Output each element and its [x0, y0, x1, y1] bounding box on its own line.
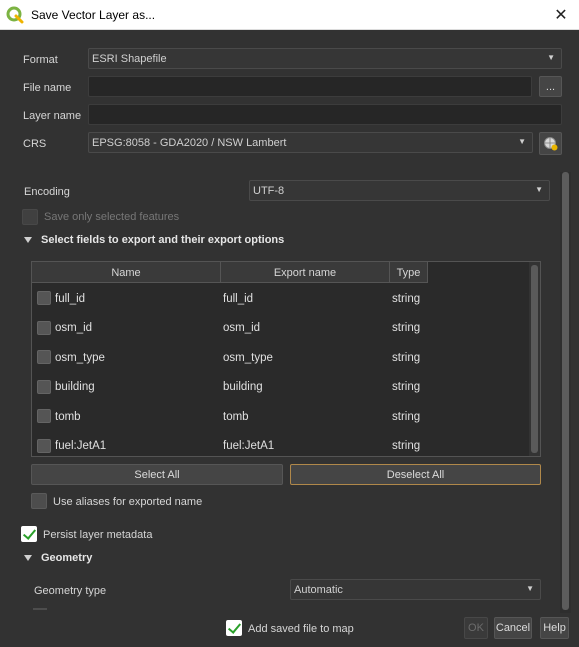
window-title: Save Vector Layer as... — [31, 8, 156, 22]
table-row[interactable]: osm_id osm_id string — [32, 314, 428, 344]
save-selected-label: Save only selected features — [44, 211, 180, 223]
ok-label: OK — [468, 622, 484, 634]
table-header: Name Export name Type — [32, 262, 428, 283]
persist-metadata-label: Persist layer metadata — [43, 529, 153, 541]
field-type: string — [392, 440, 421, 452]
row-checkbox[interactable] — [37, 320, 51, 335]
row-checkbox[interactable] — [37, 409, 51, 423]
geometry-type-label: Geometry type — [34, 585, 107, 597]
row-checkbox[interactable] — [37, 291, 51, 305]
select-all-label: Select All — [134, 468, 180, 481]
fields-table: Name Export name Type full_id full_id st… — [31, 261, 541, 457]
partial-checkbox-edge — [33, 608, 47, 610]
browse-label: ... — [545, 80, 556, 93]
crs-value: EPSG:8058 - GDA2020 / NSW Lambert — [92, 136, 287, 149]
field-type: string — [392, 322, 421, 334]
row-checkbox[interactable] — [37, 438, 51, 453]
field-type: string — [392, 292, 421, 305]
encoding-select[interactable]: UTF-8 ▼ — [249, 180, 550, 201]
save-selected-checkbox[interactable] — [22, 209, 38, 225]
layername-input[interactable] — [88, 104, 562, 125]
chevron-down-icon: ▼ — [535, 185, 543, 194]
table-scrollbar[interactable] — [529, 262, 540, 456]
chevron-down-icon: ▼ — [547, 53, 555, 62]
field-export-name[interactable]: fuel:JetA1 — [223, 432, 274, 461]
add-saved-label: Add saved file to map — [248, 623, 354, 635]
format-value: ESRI Shapefile — [92, 52, 167, 65]
field-name: osm_id — [55, 322, 93, 334]
crs-label: CRS — [23, 138, 47, 150]
col-header-type[interactable]: Type — [390, 262, 428, 283]
collapse-triangle-icon[interactable] — [24, 555, 32, 561]
field-type: string — [392, 410, 421, 423]
field-export-name[interactable]: tomb — [223, 402, 249, 431]
row-checkbox[interactable] — [37, 350, 51, 364]
field-name: fuel:JetA1 — [55, 440, 107, 452]
qgis-logo-icon — [6, 6, 24, 24]
cancel-button[interactable]: Cancel — [494, 617, 532, 639]
field-type: string — [392, 351, 421, 364]
col-header-name[interactable]: Name — [32, 262, 221, 283]
globe-gear-icon — [543, 136, 557, 150]
select-crs-button[interactable] — [539, 132, 562, 155]
field-export-name[interactable]: osm_type — [223, 343, 273, 372]
encoding-value: UTF-8 — [253, 184, 285, 197]
dialog-scrollbar[interactable] — [560, 172, 571, 613]
format-select[interactable]: ESRI Shapefile ▼ — [88, 48, 562, 69]
close-icon: ✕ — [554, 7, 568, 24]
select-all-button[interactable]: Select All — [31, 464, 283, 485]
title-bar: Save Vector Layer as... ✕ — [0, 0, 579, 30]
ok-button[interactable]: OK — [464, 617, 488, 639]
fields-section-title: Select fields to export and their export… — [41, 234, 285, 246]
col-header-export-name[interactable]: Export name — [221, 262, 390, 283]
field-name: building — [55, 381, 95, 393]
table-row[interactable]: tomb tomb string — [32, 402, 428, 432]
row-checkbox[interactable] — [37, 379, 51, 394]
filename-input[interactable] — [88, 76, 532, 97]
help-button[interactable]: Help — [540, 617, 569, 639]
encoding-label: Encoding — [24, 186, 70, 198]
persist-metadata-checkbox[interactable] — [21, 526, 37, 542]
chevron-down-icon: ▼ — [518, 137, 526, 146]
field-export-name[interactable]: full_id — [223, 284, 253, 313]
table-row[interactable]: fuel:JetA1 fuel:JetA1 string — [32, 432, 428, 462]
geometry-section-title: Geometry — [41, 552, 93, 564]
field-export-name[interactable]: building — [223, 373, 263, 402]
browse-button[interactable]: ... — [539, 76, 562, 97]
field-name: tomb — [55, 410, 81, 423]
table-scroll-thumb[interactable] — [531, 265, 538, 453]
deselect-all-button[interactable]: Deselect All — [290, 464, 541, 485]
close-button[interactable]: ✕ — [543, 0, 579, 30]
geometry-type-value: Automatic — [294, 583, 343, 596]
field-name: osm_type — [55, 351, 105, 364]
table-row[interactable]: building building string — [32, 373, 428, 403]
crs-select[interactable]: EPSG:8058 - GDA2020 / NSW Lambert ▼ — [88, 132, 533, 153]
add-saved-checkbox[interactable] — [226, 620, 242, 636]
aliases-checkbox[interactable] — [31, 493, 47, 509]
cancel-label: Cancel — [495, 622, 531, 634]
field-name: full_id — [55, 292, 86, 305]
geometry-type-select[interactable]: Automatic ▼ — [290, 579, 541, 600]
collapse-triangle-icon[interactable] — [24, 237, 32, 243]
dialog-scroll-thumb[interactable] — [562, 172, 569, 610]
aliases-label: Use aliases for exported name — [53, 496, 203, 508]
field-export-name[interactable]: osm_id — [223, 314, 260, 343]
table-row[interactable]: full_id full_id string — [32, 284, 428, 314]
deselect-all-label: Deselect All — [386, 468, 445, 481]
format-label: Format — [23, 54, 58, 66]
chevron-down-icon: ▼ — [526, 584, 534, 593]
help-label: Help — [543, 622, 566, 634]
filename-label: File name — [23, 82, 72, 94]
layername-label: Layer name — [23, 110, 82, 122]
field-type: string — [392, 381, 421, 393]
table-row[interactable]: osm_type osm_type string — [32, 343, 428, 373]
